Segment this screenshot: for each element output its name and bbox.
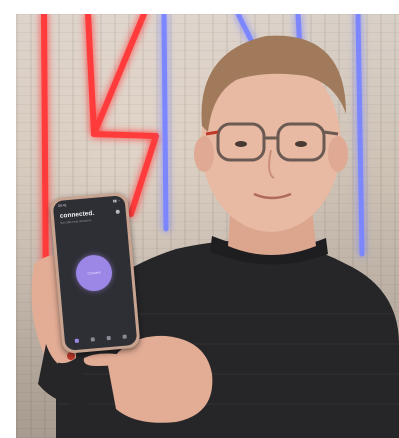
connect-button: Connect [74, 253, 114, 293]
neon-red-tube-bar [91, 131, 159, 139]
left-eye [235, 141, 247, 147]
phone-tab-bar [68, 331, 133, 347]
neon-blue-tube-2 [235, 14, 255, 45]
neon-red-tube-mid [85, 14, 97, 137]
chat-icon [90, 337, 95, 342]
status-icons: ▮▮ ◔ [112, 198, 120, 204]
phone-status-bar: 09:41 ▮▮ ◔ [58, 199, 120, 210]
right-eye [295, 141, 307, 147]
smartphone: 09:41 ▮▮ ◔ connected. fun calls near som… [49, 191, 141, 355]
left-ear [194, 136, 214, 172]
connect-label: Connect [87, 270, 101, 276]
neon-red-tube-lower [128, 133, 159, 217]
phone-screen: 09:41 ▮▮ ◔ connected. fun calls near som… [52, 195, 138, 351]
pointing-hand [108, 335, 213, 423]
home-icon [74, 338, 80, 344]
neon-red-tube-diagonal [91, 14, 147, 137]
wrist-tattoo [67, 352, 75, 360]
neon-blue-tube-1 [161, 14, 169, 232]
right-ear [328, 136, 348, 172]
settings-icon [122, 334, 127, 339]
photo: 09:41 ▮▮ ◔ connected. fun calls near som… [16, 14, 399, 438]
neon-blue-tube-4 [355, 14, 365, 257]
menu-icon [115, 209, 120, 214]
people-icon [106, 335, 111, 341]
status-time: 09:41 [57, 203, 67, 208]
